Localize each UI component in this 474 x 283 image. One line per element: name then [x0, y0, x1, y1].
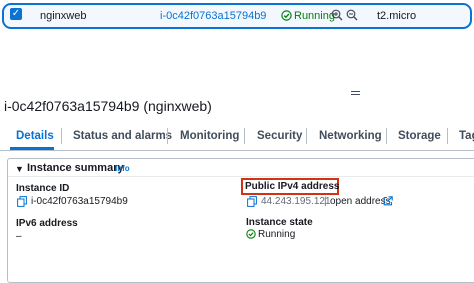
status-running-icon: [246, 229, 256, 239]
active-tab-indicator: [10, 147, 54, 150]
tab-divider: [167, 128, 168, 144]
tab-divider: [447, 128, 448, 144]
instance-id-label: Instance ID: [16, 183, 70, 194]
tab-divider: [306, 128, 307, 144]
zoom-in-icon[interactable]: [331, 9, 343, 21]
open-address-link[interactable]: open address: [330, 196, 391, 208]
info-link[interactable]: Info: [115, 164, 130, 174]
expand-caret-icon[interactable]: ▼: [15, 164, 24, 174]
tab-monitoring[interactable]: Monitoring: [180, 129, 239, 143]
instance-summary-heading[interactable]: Instance summary: [27, 162, 124, 175]
copy-icon[interactable]: [17, 196, 27, 207]
copy-icon[interactable]: [247, 196, 257, 207]
status-running-icon: [281, 10, 292, 21]
tab-details[interactable]: Details: [16, 129, 54, 143]
panel-header-divider: [8, 176, 474, 177]
zoom-out-icon[interactable]: [346, 9, 358, 21]
ipv6-value: –: [16, 231, 22, 242]
tabs-divider: [0, 150, 474, 151]
instance-state-label: Instance state: [246, 217, 313, 228]
instance-id-value: i-0c42f0763a15794b9: [31, 196, 128, 207]
instance-id-link[interactable]: i-0c42f0763a15794b9: [160, 10, 266, 23]
ipv6-label: IPv6 address: [16, 218, 78, 229]
public-ipv4-label: Public IPv4 address: [245, 181, 340, 192]
drag-handle-icon[interactable]: [351, 91, 360, 97]
public-ipv4-value: 44.243.195.121: [261, 196, 331, 207]
instance-state-value: Running: [258, 229, 296, 240]
checkbox-checked-icon[interactable]: ✓: [10, 8, 22, 20]
tab-divider: [61, 128, 62, 144]
tab-networking[interactable]: Networking: [319, 129, 382, 143]
instance-state: Running: [294, 10, 335, 22]
detail-title: i-0c42f0763a15794b9 (nginxweb): [4, 98, 212, 114]
instance-type: t2.micro: [377, 10, 417, 22]
tab-tags[interactable]: Tag: [459, 129, 474, 143]
tab-storage[interactable]: Storage: [398, 129, 441, 143]
tab-divider: [386, 128, 387, 144]
tab-divider: [244, 128, 245, 144]
instance-name: nginxweb: [40, 10, 87, 22]
tab-status-and-alarms[interactable]: Status and alarms: [73, 129, 172, 143]
tab-security[interactable]: Security: [257, 129, 302, 143]
external-link-icon[interactable]: [383, 196, 393, 206]
separator: |: [324, 196, 327, 207]
